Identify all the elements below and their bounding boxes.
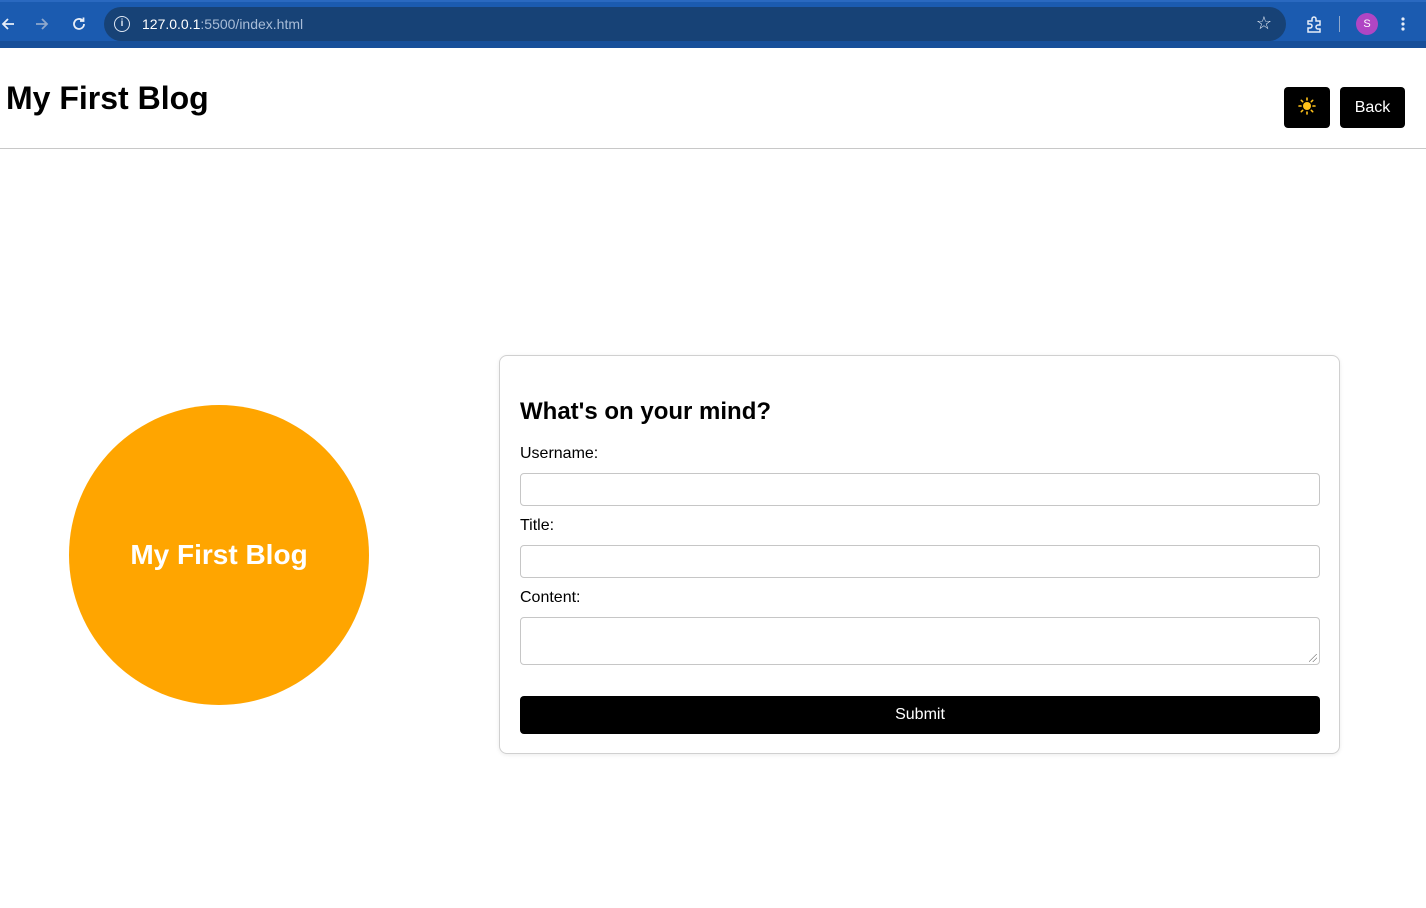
header-divider <box>0 148 1426 149</box>
url-host: 127.0.0.1 <box>142 16 201 32</box>
forward-arrow-icon[interactable] <box>30 12 54 36</box>
username-label: Username: <box>520 445 599 462</box>
address-bar[interactable]: i 127.0.0.1:5500/index.html ☆ <box>104 7 1286 41</box>
bookmark-star-icon[interactable]: ☆ <box>1256 13 1272 34</box>
profile-avatar[interactable]: S <box>1356 13 1378 35</box>
username-input[interactable] <box>520 473 1320 506</box>
sun-icon <box>1298 97 1316 118</box>
form-heading: What's on your mind? <box>520 398 772 425</box>
toolbar-top-line <box>0 0 1426 2</box>
theme-toggle-button[interactable] <box>1284 87 1330 128</box>
url-path: :5500/index.html <box>200 16 304 32</box>
content-textarea[interactable] <box>520 617 1320 665</box>
back-button[interactable]: Back <box>1340 87 1405 128</box>
circle-text: My First Blog <box>130 539 308 570</box>
reload-icon[interactable] <box>67 12 91 36</box>
extensions-puzzle-icon[interactable] <box>1302 12 1326 36</box>
title-label: Title: <box>520 517 555 534</box>
content-label: Content: <box>520 589 581 606</box>
address-url[interactable]: 127.0.0.1:5500/index.html <box>142 16 303 32</box>
resize-handle-icon[interactable] <box>1309 654 1317 662</box>
browser-toolbar: i 127.0.0.1:5500/index.html ☆ S <box>0 0 1426 48</box>
post-form-card: What's on your mind? Username: Title: Co… <box>499 355 1340 754</box>
site-info-icon[interactable]: i <box>114 16 130 32</box>
toolbar-divider <box>1339 16 1340 32</box>
submit-button[interactable]: Submit <box>520 696 1320 734</box>
more-menu-icon[interactable] <box>1391 12 1415 36</box>
blog-circle-badge: My First Blog <box>69 405 369 705</box>
back-arrow-icon[interactable] <box>0 12 20 36</box>
toolbar-bottom-strip <box>0 41 1426 48</box>
title-input[interactable] <box>520 545 1320 578</box>
page-title: My First Blog <box>6 80 209 116</box>
